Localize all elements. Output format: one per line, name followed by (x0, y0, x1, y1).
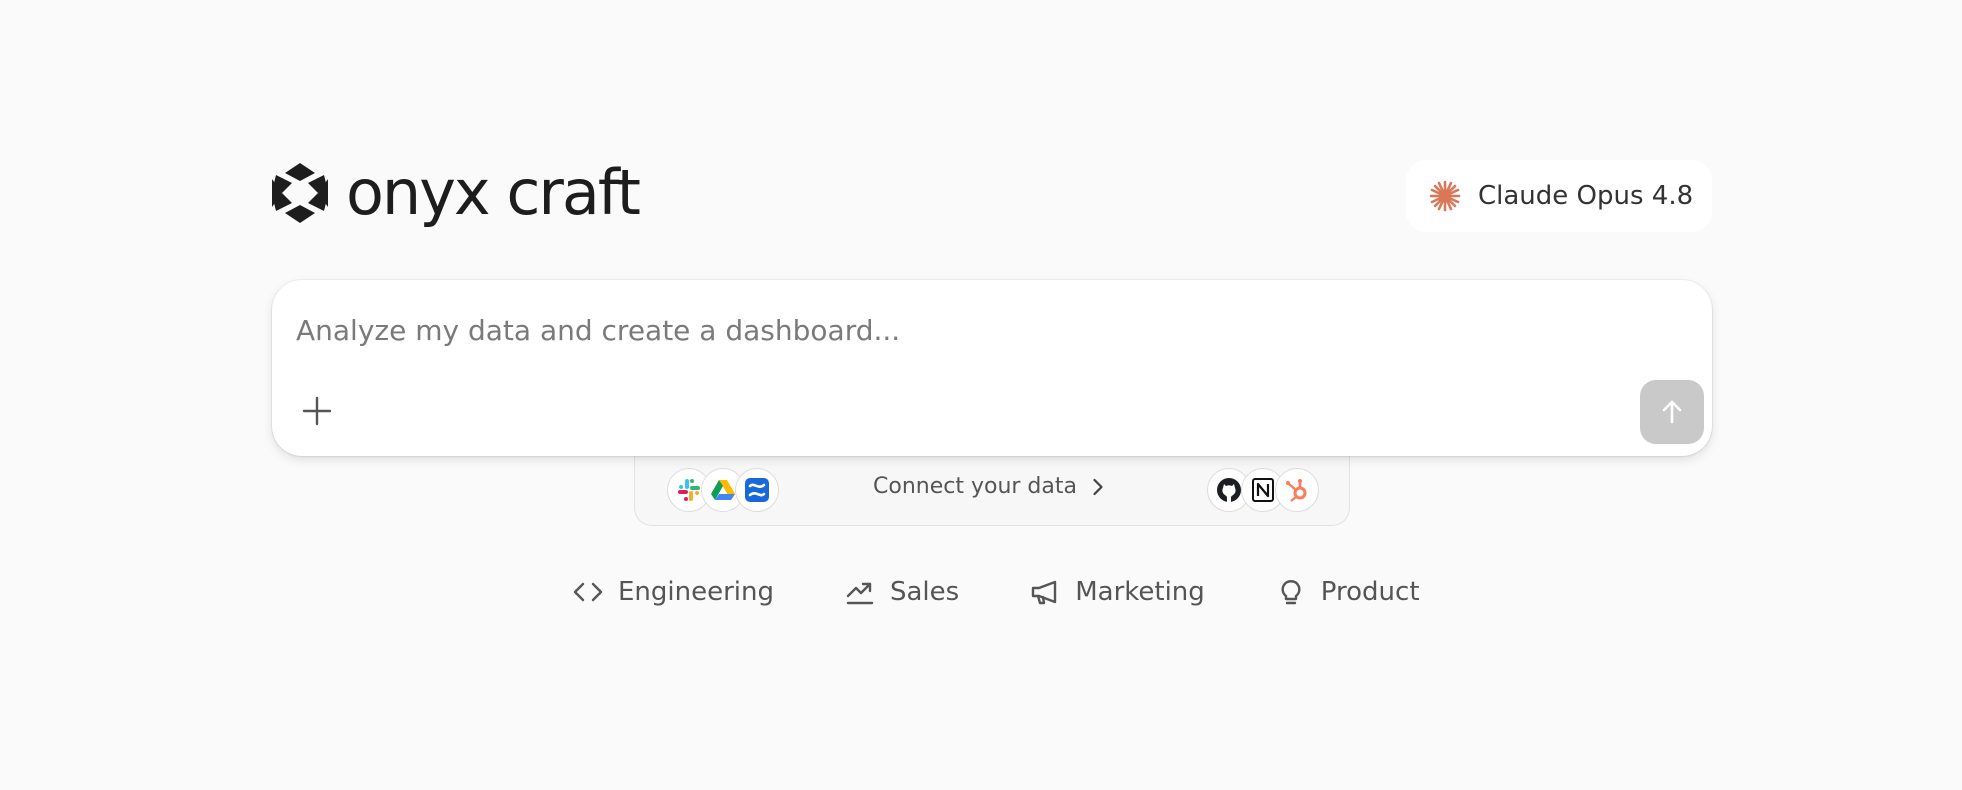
chevron-right-icon (1093, 478, 1103, 495)
prompt-input[interactable] (296, 308, 1596, 352)
model-selector-button[interactable]: Claude Opus 4.8 (1406, 160, 1712, 232)
plus-icon (302, 396, 332, 426)
brand: onyx craft (272, 156, 641, 229)
category-label: Engineering (618, 577, 774, 607)
category-marketing[interactable]: Marketing (1029, 576, 1205, 608)
category-suggestions: Engineering Sales Marketing Product (572, 576, 1420, 608)
category-label: Sales (890, 577, 960, 607)
app-root: onyx craft Claude Opus 4.8 Analyze my da… (0, 0, 1962, 790)
megaphone-icon (1032, 580, 1057, 605)
connect-data-bar: Connect your data (634, 452, 1350, 526)
connect-data-label: Connect your data (873, 474, 1077, 499)
connect-data-link[interactable]: Connect your data (873, 474, 1105, 499)
onyx-logo-icon (272, 163, 328, 223)
code-icon (573, 582, 603, 602)
arrow-up-icon (1662, 400, 1682, 424)
confluence-icon (735, 468, 779, 512)
hubspot-icon (1275, 468, 1319, 512)
category-label: Marketing (1075, 577, 1205, 607)
send-button[interactable] (1640, 380, 1704, 444)
claude-sparkle-icon (1429, 180, 1461, 212)
category-sales[interactable]: Sales (844, 576, 959, 608)
connected-apps-left (667, 468, 779, 512)
category-engineering[interactable]: Engineering (572, 576, 774, 608)
attach-button[interactable] (296, 390, 338, 432)
category-product[interactable]: Product (1275, 576, 1420, 608)
connected-apps-right (1207, 468, 1319, 512)
lightbulb-icon (1281, 580, 1301, 605)
prompt-composer (272, 280, 1712, 456)
model-selector-label: Claude Opus 4.8 (1478, 181, 1694, 211)
category-label: Product (1320, 577, 1420, 607)
trending-up-icon (846, 582, 874, 605)
brand-name: onyx craft (346, 156, 641, 229)
